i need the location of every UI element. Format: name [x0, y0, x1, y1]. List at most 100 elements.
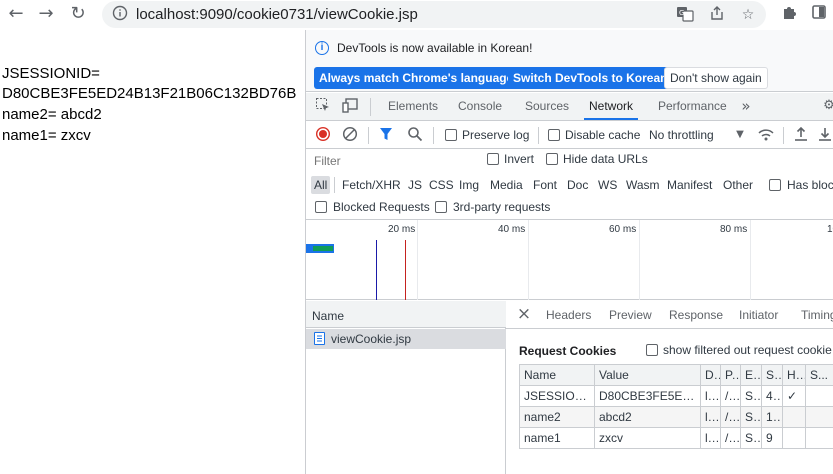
column-header-path[interactable]: P...	[720, 364, 741, 386]
name-header-label: Name	[312, 309, 345, 323]
column-header-domain[interactable]: D...	[700, 364, 721, 386]
always-match-language-button[interactable]: Always match Chrome's language	[314, 67, 519, 89]
type-filter-font[interactable]: Font	[530, 176, 560, 194]
cookie-cell	[805, 427, 833, 449]
info-circle-icon: i	[315, 41, 329, 55]
url-text[interactable]: localhost:9090/cookie0731/viewCookie.jsp	[136, 6, 418, 23]
table-row[interactable]: name2 abcd2 l... /... S... 1...	[519, 406, 833, 428]
search-icon[interactable]	[406, 126, 424, 144]
tab-timing[interactable]: Timing	[801, 308, 833, 322]
type-filter-fetch-xhr[interactable]: Fetch/XHR	[339, 176, 404, 194]
network-overview-timeline[interactable]: 20 ms 40 ms 60 ms 80 ms 10	[306, 220, 833, 300]
type-filter-manifest[interactable]: Manifest	[664, 176, 715, 194]
throttling-select[interactable]: No throttling	[649, 128, 714, 142]
invert-checkbox[interactable]	[487, 153, 499, 165]
tab-sources[interactable]: Sources	[525, 93, 569, 120]
cookie-cell	[782, 406, 806, 428]
type-filter-img[interactable]: Img	[456, 176, 482, 194]
switch-to-korean-button[interactable]: Switch DevTools to Korean	[508, 67, 673, 89]
translate-icon[interactable]: G	[675, 5, 695, 25]
type-filter-js[interactable]: JS	[405, 176, 425, 194]
tab-performance[interactable]: Performance	[658, 93, 727, 120]
timeline-tick-label: 40 ms	[498, 224, 526, 235]
tab-console[interactable]: Console	[458, 93, 502, 120]
column-header-size[interactable]: S...	[761, 364, 783, 386]
clear-icon[interactable]	[341, 126, 359, 144]
timeline-gridline	[417, 220, 418, 300]
tab-preview[interactable]: Preview	[609, 308, 652, 322]
inspect-element-icon[interactable]	[314, 97, 332, 115]
name-column-header[interactable]: Name	[306, 301, 506, 328]
tab-response[interactable]: Response	[669, 308, 723, 322]
tab-initiator[interactable]: Initiator	[739, 308, 778, 322]
hide-data-urls-checkbox[interactable]	[546, 153, 558, 165]
extensions-icon[interactable]	[778, 4, 800, 26]
column-header-value[interactable]: Value	[594, 364, 701, 386]
more-tabs-icon[interactable]: »	[737, 97, 755, 115]
timeline-tick-label: 80 ms	[720, 224, 748, 235]
devtools-tabs: Elements Console Sources Network Perform…	[306, 93, 833, 121]
svg-text:G: G	[679, 9, 684, 17]
table-row[interactable]: name1 zxcv l... /... S... 9	[519, 427, 833, 449]
checkmark-icon: ✓	[782, 385, 806, 407]
has-blocked-cookies-checkbox[interactable]	[769, 179, 781, 191]
cookie-cell: name2	[519, 406, 595, 428]
back-icon[interactable]: ←	[6, 4, 26, 24]
request-list: Name viewCookie.jsp	[306, 301, 506, 474]
request-row[interactable]: viewCookie.jsp	[306, 329, 506, 349]
chevron-down-icon[interactable]: ▼	[731, 126, 749, 144]
type-filter-wasm[interactable]: Wasm	[623, 176, 663, 194]
tab-elements[interactable]: Elements	[388, 93, 438, 120]
divider	[783, 127, 784, 144]
star-icon[interactable]: ☆	[738, 5, 758, 25]
column-header-httponly[interactable]: H...	[782, 364, 806, 386]
reload-icon[interactable]: ↻	[68, 4, 88, 24]
blocked-requests-checkbox[interactable]	[315, 201, 327, 213]
timeline-gridline	[528, 220, 529, 300]
dont-show-again-button[interactable]: Don't show again	[664, 67, 768, 89]
timeline-gridline	[639, 220, 640, 300]
cookie-cell: abcd2	[594, 406, 701, 428]
record-icon[interactable]	[314, 126, 332, 144]
forward-icon[interactable]: →	[36, 4, 56, 24]
type-filter-other[interactable]: Other	[720, 176, 756, 194]
timeline-gridline	[750, 220, 751, 300]
column-header-name[interactable]: Name	[519, 364, 595, 386]
column-header-secure[interactable]: S...	[805, 364, 833, 386]
show-filtered-cookies-checkbox[interactable]	[646, 344, 658, 356]
share-icon[interactable]	[707, 5, 727, 25]
browser-toolbar: ← → ↻ localhost:9090/cookie0731/viewCook…	[0, 0, 833, 30]
address-bar[interactable]: localhost:9090/cookie0731/viewCookie.jsp…	[102, 1, 766, 28]
language-infobar: i DevTools is now available in Korean! A…	[306, 30, 833, 92]
device-toolbar-icon[interactable]	[341, 97, 359, 115]
info-icon[interactable]	[110, 5, 130, 25]
request-waterfall-download	[313, 246, 333, 251]
cookie-line-jsessionid-value: D80CBE3FE5ED24B13F21B06C132BD76B	[2, 85, 297, 102]
document-icon	[314, 332, 325, 345]
cookie-cell: S...	[740, 427, 762, 449]
table-row[interactable]: JSESSIONID D80CBE3FE5ED2... l... /... S.…	[519, 385, 833, 407]
export-har-icon[interactable]	[816, 126, 833, 144]
filter-funnel-icon[interactable]	[377, 126, 395, 144]
filter-input[interactable]	[310, 152, 474, 170]
type-filter-css[interactable]: CSS	[426, 176, 457, 194]
network-conditions-icon[interactable]	[757, 126, 775, 144]
cookie-line-jsessionid-label: JSESSIONID=	[2, 65, 100, 82]
tab-network[interactable]: Network	[584, 93, 639, 120]
type-filter-doc[interactable]: Doc	[564, 176, 591, 194]
cookie-cell: l...	[700, 406, 721, 428]
import-har-icon[interactable]	[792, 126, 810, 144]
network-filter-bar: Invert Hide data URLs All Fetch/XHR JS C…	[306, 149, 833, 220]
sidepanel-icon[interactable]	[808, 4, 830, 26]
close-icon[interactable]: ×	[515, 305, 533, 323]
third-party-checkbox[interactable]	[435, 201, 447, 213]
type-filter-all[interactable]: All	[311, 176, 331, 194]
preserve-log-checkbox[interactable]	[445, 129, 457, 141]
tab-headers[interactable]: Headers	[546, 308, 591, 322]
type-filter-media[interactable]: Media	[487, 176, 526, 194]
column-header-expires[interactable]: E...	[740, 364, 762, 386]
disable-cache-checkbox[interactable]	[548, 129, 560, 141]
settings-gear-icon[interactable]: ⚙	[820, 97, 833, 115]
type-filter-ws[interactable]: WS	[595, 176, 620, 194]
cookie-cell: 4...	[761, 385, 783, 407]
